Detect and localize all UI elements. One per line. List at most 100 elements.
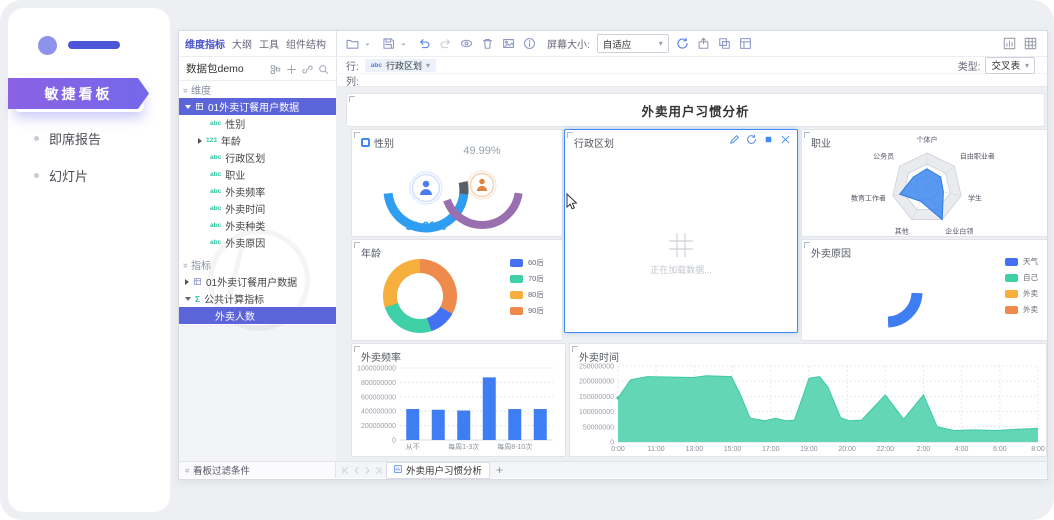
sidebar-item-adhoc-report[interactable]: 即席报告 [34,129,101,148]
redo-icon[interactable] [439,37,452,50]
svg-text:20:00: 20:00 [838,446,856,453]
chart-type-label: 类型: [958,58,981,73]
dimension-field-性别[interactable]: abc性别 [179,115,336,132]
widget-occupation[interactable]: 职业 个体户自由职业者学生企业白领其他教育工作者公务员 [801,129,1047,237]
field-label: 外卖频率 [225,184,265,199]
panel-tab-工具[interactable]: 工具 [259,36,279,51]
first-icon[interactable] [341,466,350,475]
svg-text:0:00: 0:00 [611,446,625,453]
pencil-icon[interactable] [729,134,740,145]
preview-icon[interactable] [460,37,473,50]
measure-tree: 01外卖订餐用户数据Σ公共计算指标外卖人数 [179,273,336,324]
measure-row-外卖人数[interactable]: 外卖人数 [179,307,336,324]
dimension-field-外卖种类[interactable]: abc外卖种类 [179,217,336,234]
caret-right-icon[interactable] [198,138,202,144]
svg-text:50000000: 50000000 [583,424,614,431]
measure-label: 公共计算指标 [204,291,264,306]
filter-bar[interactable]: » 看板过滤条件 [179,462,336,478]
svg-text:个体户: 个体户 [917,135,938,144]
panel-tab-大纲[interactable]: 大纲 [232,36,252,51]
folder-add-icon[interactable] [346,37,359,50]
image-icon[interactable] [502,37,515,50]
caret-right-icon[interactable] [185,279,189,285]
last-icon[interactable] [374,466,383,475]
table-icon [195,102,204,111]
widget-age[interactable]: 年龄 60后70后80后90后 [351,239,563,341]
widget-reason[interactable]: 外卖原因 天气自己外卖外卖 [801,239,1047,341]
sheet-tab-active[interactable]: 外卖用户习惯分析 [386,462,490,479]
widget-time[interactable]: 外卖时间 05000000010000000015000000020000000… [569,343,1047,457]
tree-root-dataset[interactable]: 01外卖订餐用户数据 [179,98,336,115]
panel-tab-维度指标[interactable]: 维度指标 [185,36,225,51]
screen-size-label: 屏幕大小: [547,36,590,51]
table-icon [193,277,202,286]
copy-icon[interactable] [718,37,731,50]
dimension-field-行政区划[interactable]: abc行政区划 [179,149,336,166]
package-name[interactable]: 数据包demo [186,61,244,76]
screen-size-select[interactable]: 自适应 ▾ [597,34,669,53]
plus-icon[interactable] [286,63,297,74]
measure-row-01外卖订餐用户数据[interactable]: 01外卖订餐用户数据 [179,273,336,290]
row-field-pill[interactable]: abc 行政区划 ▾ [365,59,436,72]
save-icon[interactable] [382,37,395,50]
legend-item[interactable]: 外卖 [1005,304,1038,315]
caret-down-icon[interactable] [367,37,374,50]
legend-item[interactable]: 90后 [510,305,544,316]
legend-item[interactable]: 80后 [510,289,544,300]
sidebar-item-slides[interactable]: 幻灯片 [34,166,88,185]
panel-tab-组件结构[interactable]: 组件结构 [286,36,326,51]
abc-field-icon: abc [210,120,221,127]
legend-label: 外卖 [1023,288,1038,299]
add-sheet-button[interactable]: + [496,464,503,476]
undo-icon[interactable] [418,37,431,50]
flow-icon[interactable] [270,63,281,74]
dimension-field-外卖频率[interactable]: abc外卖频率 [179,183,336,200]
widget-gender[interactable]: 性别 50.01%49.99% [351,129,563,237]
export-icon[interactable] [697,37,710,50]
dimension-field-外卖时间[interactable]: abc外卖时间 [179,200,336,217]
legend-swatch [1005,290,1018,298]
svg-text:每周8-10次: 每周8-10次 [497,442,532,451]
widget-dashboard-title[interactable]: 外卖用户习惯分析 [346,93,1045,127]
next-icon[interactable] [363,466,372,475]
search-icon[interactable] [318,63,329,74]
grid-view-icon[interactable] [1024,37,1037,50]
legend-swatch [1005,306,1018,314]
caret-down-icon[interactable] [185,297,191,301]
legend-item[interactable]: 自己 [1005,272,1038,283]
chevron-double-icon: » [181,87,191,91]
widget-title: 职业 [811,135,831,150]
caret-down-icon[interactable] [403,37,410,50]
prev-icon[interactable] [352,466,361,475]
abc-field-icon: abc [210,205,221,212]
legend-item[interactable]: 70后 [510,273,544,284]
canvas-toolbar: 屏幕大小: 自适应 ▾ [336,31,1047,57]
info-icon[interactable] [523,37,536,50]
template-icon[interactable] [739,37,752,50]
sidebar-item-dashboard[interactable]: 敏捷看板 [8,78,149,109]
chart-type-select[interactable]: 交叉表 ▾ [985,57,1035,74]
refresh-icon[interactable] [676,37,689,50]
dimension-section-header[interactable]: » 维度 [179,81,336,98]
stop-icon[interactable] [763,134,774,145]
svg-text:800000000: 800000000 [361,380,396,387]
delete-icon[interactable] [481,37,494,50]
close-icon[interactable] [780,134,791,145]
svg-text:每周1-3次: 每周1-3次 [448,442,479,451]
legend-item[interactable]: 外卖 [1005,288,1038,299]
dimension-field-年龄[interactable]: 123年龄 [179,132,336,149]
svg-text:1000000000: 1000000000 [357,366,396,373]
chart-view-icon[interactable] [1003,37,1016,50]
widget-frequency[interactable]: 外卖频率 02000000004000000006000000008000000… [351,343,566,457]
dimension-field-职业[interactable]: abc职业 [179,166,336,183]
dimension-field-外卖原因[interactable]: abc外卖原因 [179,234,336,251]
link-icon[interactable] [302,63,313,74]
measure-row-公共计算指标[interactable]: Σ公共计算指标 [179,290,336,307]
sidebar-item-label: 幻灯片 [49,166,88,185]
widget-district[interactable]: 行政区划 正在加载数据... [564,129,798,333]
row-shelf: 行: abc 行政区划 ▾ 类型: 交叉表 ▾ [336,57,1047,74]
refresh-icon[interactable] [746,134,757,145]
svg-text:学生: 学生 [968,193,982,202]
legend-item[interactable]: 60后 [510,257,544,268]
legend-item[interactable]: 天气 [1005,256,1038,267]
